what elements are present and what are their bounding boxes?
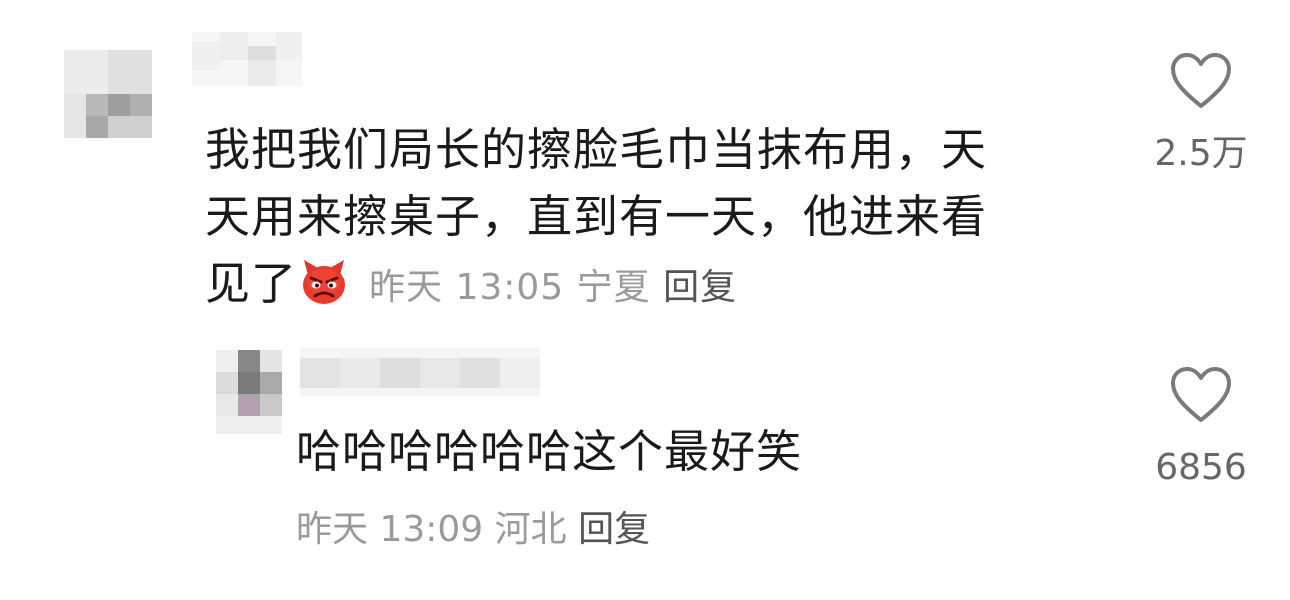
comment-text-line-end: 见了: [205, 257, 298, 310]
heart-outline-icon: [1171, 367, 1231, 422]
comment-text-line: 我把我们局长的擦脸毛巾当抹布用，天: [205, 123, 988, 176]
comment-meta: 昨天 13:09 河北 回复: [296, 508, 650, 552]
avatar[interactable]: [216, 350, 282, 434]
comment-meta: 昨天 13:05 宁夏 回复: [369, 267, 737, 308]
comment-text-line: 见了 昨天 13:05 宁夏 回复: [205, 250, 1085, 317]
like-count: 2.5万: [1154, 133, 1248, 174]
like-count: 6856: [1155, 447, 1247, 488]
comment-text: 哈哈哈哈哈哈这个最好笑: [296, 425, 803, 478]
angry-devil-emoji: [303, 260, 346, 304]
comment-location: 宁夏: [576, 267, 651, 308]
reply-button[interactable]: 回复: [663, 267, 737, 308]
heart-outline-icon: [1171, 53, 1231, 108]
reply-button[interactable]: 回复: [578, 509, 650, 550]
comment-text-line: 天用来擦桌子，直到有一天，他进来看: [205, 190, 988, 243]
username[interactable]: [300, 348, 540, 396]
avatar[interactable]: [64, 50, 152, 138]
comment-time: 昨天 13:05: [369, 267, 565, 308]
username[interactable]: [192, 32, 302, 86]
comment-time: 昨天 13:09: [296, 509, 484, 550]
comment-text: 我把我们局长的擦脸毛巾当抹布用，天 天用来擦桌子，直到有一天，他进来看 见了 昨…: [205, 116, 1085, 317]
like-button[interactable]: 6856: [1141, 366, 1261, 490]
like-button[interactable]: 2.5万: [1141, 52, 1261, 176]
comment-location: 河北: [494, 509, 567, 550]
